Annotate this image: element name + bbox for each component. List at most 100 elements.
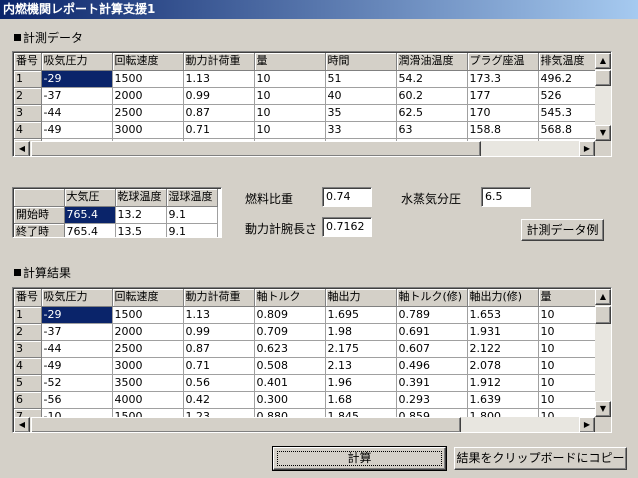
table-cell[interactable]: -37	[41, 323, 113, 341]
table-cell[interactable]: -29	[41, 70, 113, 88]
column-header[interactable]: 回転速度	[112, 289, 184, 307]
table-cell[interactable]: 0.391	[396, 374, 468, 392]
table-cell[interactable]: 0.99	[183, 87, 255, 105]
results-vscroll[interactable]: ▲ ▼	[595, 289, 611, 417]
table-cell[interactable]: 0.691	[396, 323, 468, 341]
table-cell[interactable]: 0.42	[183, 391, 255, 409]
table-cell[interactable]: 35	[325, 104, 397, 122]
table-cell[interactable]: 0.293	[396, 391, 468, 409]
table-row[interactable]: 2 -37 2000 0.99 10 40 60.2 177 526	[14, 87, 610, 105]
table-cell[interactable]: 1.653	[467, 306, 539, 324]
column-header[interactable]: 軸出力(修)	[467, 289, 539, 307]
table-cell[interactable]: 170	[467, 104, 539, 122]
column-header[interactable]: 軸トルク(修)	[396, 289, 468, 307]
table-row[interactable]: 4 -49 3000 0.71 0.508 2.13 0.496 2.078 10	[14, 357, 610, 375]
table-cell[interactable]: 4000	[112, 391, 184, 409]
table-cell[interactable]: 0.607	[396, 340, 468, 358]
atmosphere-grid[interactable]: 大気圧 乾球温度 湿球温度 開始時 765.4 13.2 9.1 終了時 765.4 13.…	[12, 187, 222, 238]
table-cell[interactable]: -56	[41, 391, 113, 409]
row-header[interactable]: 終了時	[14, 223, 65, 237]
table-row[interactable]: 2 -37 2000 0.99 0.709 1.98 0.691 1.931 10	[14, 323, 610, 341]
table-cell[interactable]: 9.1	[166, 223, 218, 237]
row-header[interactable]: 3	[14, 340, 42, 358]
column-header[interactable]: 量	[254, 53, 326, 71]
column-header[interactable]: 番号	[14, 53, 42, 71]
table-cell[interactable]: 1500	[112, 306, 184, 324]
table-cell[interactable]: 0.809	[254, 306, 326, 324]
table-row[interactable]: 1 -29 1500 1.13 0.809 1.695 0.789 1.653 10	[14, 306, 610, 324]
scroll-right-icon[interactable]: ▶	[579, 417, 595, 432]
column-header[interactable]: 動力計荷重	[183, 289, 255, 307]
vapor-pressure-input[interactable]: 6.5	[481, 187, 531, 207]
table-cell[interactable]: 2000	[112, 323, 184, 341]
table-cell[interactable]: 1.695	[325, 306, 397, 324]
table-cell[interactable]: 2.13	[325, 357, 397, 375]
table-cell[interactable]: -49	[41, 357, 113, 375]
calculate-button[interactable]: 計算	[272, 446, 447, 471]
table-row[interactable]: 3 -44 2500 0.87 10 35 62.5 170 545.3	[14, 104, 610, 122]
table-cell[interactable]: 2500	[112, 104, 184, 122]
table-cell[interactable]: 158.8	[467, 121, 539, 139]
table-cell[interactable]: 2.175	[325, 340, 397, 358]
table-row[interactable]: 4 -49 3000 0.71 10 33 63 158.8 568.8	[14, 121, 610, 139]
scroll-down-icon[interactable]: ▼	[595, 401, 611, 417]
table-cell[interactable]: 2500	[112, 340, 184, 358]
column-header[interactable]: 軸トルク	[254, 289, 326, 307]
scroll-down-icon[interactable]: ▼	[595, 125, 611, 141]
table-cell[interactable]: 0.56	[183, 374, 255, 392]
table-cell[interactable]: 3000	[112, 121, 184, 139]
table-cell[interactable]: -49	[41, 121, 113, 139]
table-cell[interactable]: 62.5	[396, 104, 468, 122]
table-cell[interactable]: 0.71	[183, 357, 255, 375]
measurement-vscroll[interactable]: ▲ ▼	[595, 53, 611, 141]
table-cell[interactable]: 0.87	[183, 340, 255, 358]
fuel-ratio-input[interactable]: 0.74	[322, 187, 372, 207]
table-cell[interactable]: 0.401	[254, 374, 326, 392]
table-cell[interactable]: 1.98	[325, 323, 397, 341]
scroll-thumb[interactable]	[595, 70, 611, 86]
table-row[interactable]: 6 -56 4000 0.42 0.300 1.68 0.293 1.639 10	[14, 391, 610, 409]
column-header[interactable]: 軸出力	[325, 289, 397, 307]
column-header[interactable]: プラグ座温	[467, 53, 539, 71]
table-cell[interactable]: 9.1	[166, 206, 218, 224]
row-header[interactable]: 開始時	[14, 206, 65, 224]
scroll-up-icon[interactable]: ▲	[595, 53, 611, 69]
scroll-right-icon[interactable]: ▶	[579, 141, 595, 156]
scroll-up-icon[interactable]: ▲	[595, 289, 611, 305]
table-cell[interactable]: 1.68	[325, 391, 397, 409]
row-header[interactable]: 4	[14, 121, 42, 139]
table-cell[interactable]: 1.639	[467, 391, 539, 409]
table-cell[interactable]: 3000	[112, 357, 184, 375]
table-cell[interactable]: 1.96	[325, 374, 397, 392]
table-cell[interactable]: -29	[41, 306, 113, 324]
column-header[interactable]: 大気圧	[64, 189, 116, 207]
table-cell[interactable]: 2.122	[467, 340, 539, 358]
row-header[interactable]: 2	[14, 323, 42, 341]
table-cell[interactable]: 1.13	[183, 70, 255, 88]
table-row[interactable]: 終了時 765.4 13.5 9.1	[14, 223, 218, 237]
column-header[interactable]: 吸気圧力	[41, 289, 113, 307]
row-header[interactable]: 4	[14, 357, 42, 375]
table-cell[interactable]: 0.71	[183, 121, 255, 139]
column-header[interactable]: 湿球温度	[166, 189, 218, 207]
results-grid[interactable]: 番号 吸気圧力 回転速度 動力計荷重 軸トルク 軸出力 軸トルク(修) 軸出力(…	[12, 287, 612, 433]
table-cell[interactable]: 1500	[112, 70, 184, 88]
table-cell[interactable]: -52	[41, 374, 113, 392]
column-header[interactable]: 乾球温度	[115, 189, 167, 207]
table-cell[interactable]: 0.99	[183, 323, 255, 341]
table-cell[interactable]: -44	[41, 104, 113, 122]
column-header[interactable]: 回転速度	[112, 53, 184, 71]
table-cell[interactable]: 765.4	[64, 206, 116, 224]
row-header[interactable]: 3	[14, 104, 42, 122]
scroll-thumb[interactable]	[31, 417, 461, 432]
table-cell[interactable]: 3500	[112, 374, 184, 392]
column-header[interactable]: 潤滑油温度	[396, 53, 468, 71]
table-cell[interactable]: 0.709	[254, 323, 326, 341]
table-cell[interactable]: 1.931	[467, 323, 539, 341]
example-data-button[interactable]: 計測データ例	[521, 219, 604, 241]
table-cell[interactable]: 13.2	[115, 206, 167, 224]
table-cell[interactable]: 0.496	[396, 357, 468, 375]
row-header[interactable]: 1	[14, 306, 42, 324]
scroll-left-icon[interactable]: ◀	[14, 417, 30, 432]
scroll-left-icon[interactable]: ◀	[14, 141, 30, 156]
